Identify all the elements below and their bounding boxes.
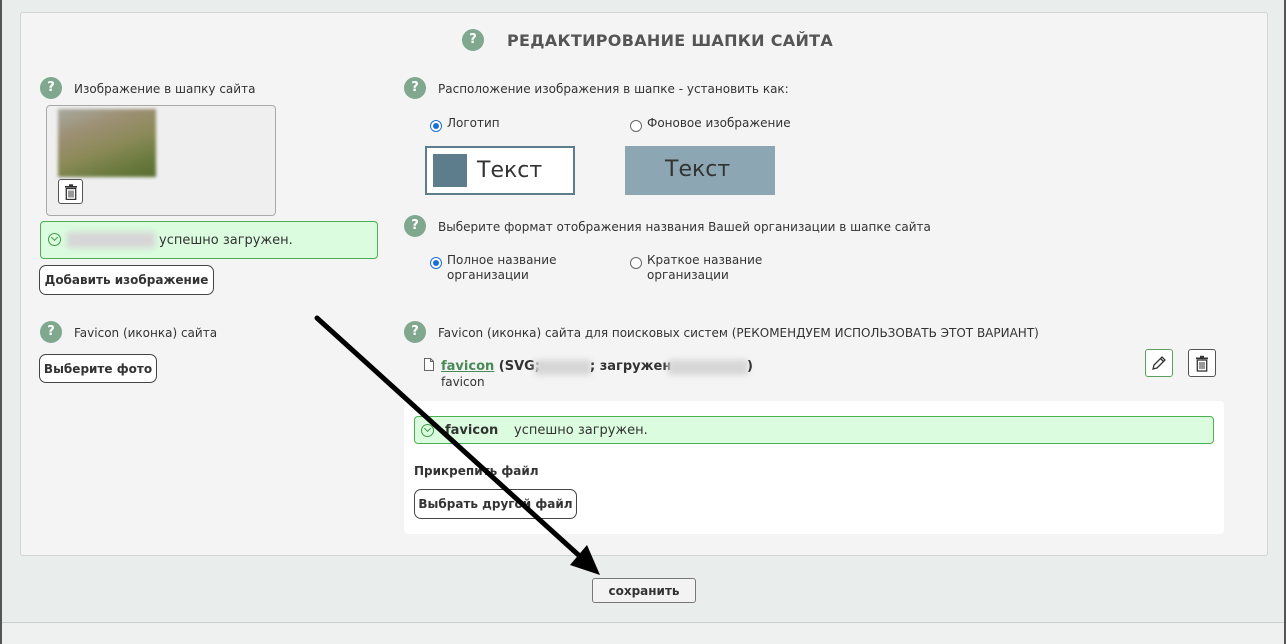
file-icon <box>424 358 434 371</box>
image-upload-success: успешно загружен. <box>40 221 378 259</box>
success-message: успешно загружен. <box>514 423 648 438</box>
header-image-label: Изображение в шапку сайта <box>74 82 256 96</box>
edit-favicon-button[interactable] <box>1145 349 1173 377</box>
trash-icon <box>1196 355 1208 372</box>
background-mode-preview: Текст <box>625 146 775 195</box>
success-file-name: favicon <box>445 423 499 438</box>
header-image-thumbnail <box>58 109 156 177</box>
trash-icon <box>64 183 77 200</box>
delete-image-button[interactable] <box>58 179 83 204</box>
redacted-file-size <box>535 360 591 375</box>
help-icon[interactable]: ? <box>404 77 426 99</box>
radio-background[interactable] <box>630 120 642 132</box>
favicon-file-info: favicon (SVG; <box>441 359 541 374</box>
preview-text: Текст <box>477 158 543 183</box>
attach-file-label: Прикрепить файл <box>414 464 539 478</box>
logo-mode-preview: Текст <box>425 146 575 195</box>
file-loaded-label: ; загружен <box>590 359 672 374</box>
search-favicon-label: Favicon (иконка) сайта для поисковых сис… <box>438 326 1039 340</box>
placement-label: Расположение изображения в шапке - устан… <box>438 82 789 96</box>
choose-photo-button[interactable]: Выберите фото <box>39 354 157 383</box>
radio-background-label: Фоновое изображение <box>647 116 791 130</box>
help-icon[interactable]: ? <box>40 321 62 343</box>
radio-short-name-label: Краткое название организации <box>647 253 763 282</box>
success-message: успешно загружен. <box>159 233 293 248</box>
help-icon[interactable]: ? <box>40 77 62 99</box>
check-circle-icon <box>48 233 61 246</box>
choose-other-file-button[interactable]: Выбрать другой файл <box>414 489 577 519</box>
radio-logo[interactable] <box>430 120 442 132</box>
window-left-border <box>0 0 2 644</box>
add-image-button[interactable]: Добавить изображение <box>39 265 214 295</box>
check-circle-icon <box>421 424 434 437</box>
radio-logo-label: Логотип <box>447 116 500 130</box>
radio-full-name[interactable] <box>430 257 442 269</box>
delete-favicon-button[interactable] <box>1188 349 1216 377</box>
favicon-caption: favicon <box>441 375 485 389</box>
radio-full-name-label: Полное название организации <box>447 253 557 282</box>
pencil-icon <box>1152 356 1166 370</box>
favicon-file-link[interactable]: favicon <box>441 359 494 374</box>
help-icon[interactable]: ? <box>404 215 426 237</box>
redacted-filename <box>67 232 155 248</box>
radio-short-name[interactable] <box>630 257 642 269</box>
redacted-upload-date <box>668 360 748 375</box>
name-format-label: Выберите формат отображения названия Ваш… <box>438 220 931 234</box>
preview-text: Текст <box>665 157 731 182</box>
header-image-preview-box <box>46 105 276 216</box>
file-meta-close: ) <box>747 359 753 374</box>
logo-square <box>433 154 467 187</box>
favicon-label: Favicon (иконка) сайта <box>74 326 218 340</box>
favicon-upload-card: favicon успешно загружен. Прикрепить фай… <box>404 401 1224 534</box>
page-title: РЕДАКТИРОВАНИЕ ШАПКИ САЙТА <box>507 31 834 50</box>
help-icon[interactable]: ? <box>404 321 426 343</box>
help-icon[interactable]: ? <box>462 29 484 51</box>
save-button[interactable]: сохранить <box>592 578 696 603</box>
favicon-upload-success: favicon успешно загружен. <box>414 416 1214 444</box>
bottom-band <box>2 623 1284 644</box>
header-editor-panel: ? РЕДАКТИРОВАНИЕ ШАПКИ САЙТА ? Изображен… <box>20 12 1268 556</box>
